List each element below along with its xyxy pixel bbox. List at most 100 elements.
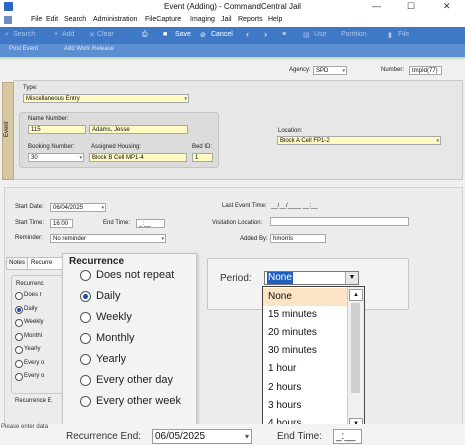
bed-id-field[interactable]: 1: [192, 153, 213, 162]
dropdown-scrollbar[interactable]: ▲ ▼: [347, 287, 364, 431]
small-recurrence-radio[interactable]: [15, 305, 23, 314]
small-recurrence-radio[interactable]: [15, 332, 23, 341]
small-recurrence-option: Yearly: [24, 346, 41, 352]
period-option[interactable]: 3 hours: [263, 397, 347, 415]
period-select[interactable]: None ▼: [264, 271, 359, 285]
small-recurrence-option: Daily: [24, 305, 38, 312]
visitation-location-field[interactable]: [270, 217, 409, 226]
clear-button[interactable]: Clear: [97, 31, 114, 38]
recurrence-option[interactable]: Every other day: [96, 374, 173, 386]
recurrence-radio[interactable]: [80, 270, 91, 281]
end-time-bottom-field[interactable]: _:__: [333, 429, 362, 444]
menu-jail[interactable]: Jail: [221, 16, 232, 23]
menu-imaging[interactable]: Imaging: [190, 16, 215, 23]
period-option[interactable]: 30 minutes: [263, 342, 347, 360]
location-select[interactable]: Block A Cell FP1-2 ▾: [277, 136, 441, 145]
number-field[interactable]: tmpId(77): [409, 66, 442, 75]
reminder-value: No reminder: [53, 236, 87, 242]
maximize-button[interactable]: ☐: [407, 1, 415, 12]
file-button[interactable]: File: [398, 31, 409, 38]
green-divider: [0, 57, 465, 60]
recurrence-radio[interactable]: [80, 333, 91, 344]
name-number-field[interactable]: 115: [28, 125, 86, 134]
recurrence-radio[interactable]: [80, 312, 91, 323]
small-recurrence-radio[interactable]: [15, 359, 23, 368]
event-tab-label: Event: [4, 121, 10, 137]
cancel-button[interactable]: Cancel: [211, 31, 233, 38]
scroll-thumb[interactable]: [351, 303, 360, 393]
menu-file[interactable]: File: [31, 16, 42, 23]
recurrence-option[interactable]: Yearly: [96, 353, 126, 365]
clear-icon: ✕: [89, 32, 95, 39]
name-field[interactable]: Adams, Jesse: [89, 125, 188, 134]
booking-number-select[interactable]: 30 ▾: [28, 153, 84, 162]
small-recurrence-radio[interactable]: [15, 292, 23, 300]
menu-help[interactable]: Help: [268, 16, 282, 23]
small-recurrence-title: Recurrenc: [16, 281, 44, 287]
recurrence-option[interactable]: Weekly: [96, 311, 132, 323]
window-title: Event (Adding) - CommandCentral Jail: [164, 2, 301, 11]
next-icon[interactable]: ›: [264, 29, 267, 39]
minimize-button[interactable]: —: [372, 1, 381, 11]
assigned-housing-field[interactable]: Block B Cell MP1-4: [89, 153, 187, 162]
close-button[interactable]: ✕: [443, 1, 451, 12]
start-time-field[interactable]: 16:00: [50, 219, 73, 228]
menu-administration[interactable]: Administration: [93, 16, 137, 23]
event-tab[interactable]: Event: [2, 82, 14, 180]
menu-search[interactable]: Search: [64, 16, 86, 23]
name-number-label: Name Number:: [28, 116, 69, 122]
print-icon[interactable]: ⎙: [142, 31, 148, 39]
type-select[interactable]: Miscellaneous Entry ▾: [23, 94, 189, 103]
menu-edit[interactable]: Edit: [46, 16, 58, 23]
type-value: Miscellaneous Entry: [26, 96, 80, 102]
small-recurrence-radio[interactable]: [15, 319, 23, 327]
use-icon: ▤: [303, 32, 310, 39]
recurrence-radio[interactable]: [80, 354, 91, 365]
start-date-field[interactable]: 06/04/2025 ▾: [50, 203, 106, 212]
small-recurrence-radio[interactable]: [15, 346, 23, 354]
recurrence-radio[interactable]: [80, 291, 91, 302]
menu-reports[interactable]: Reports: [238, 16, 263, 23]
chevron-down-icon: ▾: [101, 205, 104, 211]
reminder-select[interactable]: No reminder ▾: [50, 234, 166, 243]
period-option[interactable]: 20 minutes: [263, 324, 347, 342]
start-date-value: 06/04/2025: [53, 205, 84, 211]
end-time-field[interactable]: _:__: [136, 219, 165, 228]
location-value: Block A Cell FP1-2: [280, 138, 330, 144]
period-option[interactable]: None: [263, 288, 347, 306]
end-time-label: End Time:: [103, 220, 131, 226]
post-event-button[interactable]: Post Event: [9, 46, 38, 52]
tab-recurrence[interactable]: Recurre: [27, 257, 66, 270]
use-button[interactable]: Use: [314, 31, 326, 38]
period-option[interactable]: 1 hour: [263, 360, 347, 378]
recurrence-radio[interactable]: [80, 375, 91, 386]
recurrence-option[interactable]: Every other week: [96, 395, 181, 407]
location-label: Location:: [278, 128, 303, 134]
small-recurrence-option: Monthl: [24, 332, 43, 339]
chevron-down-icon: ▾: [342, 68, 345, 74]
tab-notes[interactable]: Notes: [6, 257, 28, 270]
chevron-down-icon[interactable]: ▼: [345, 272, 358, 284]
recurrence-end-field[interactable]: 06/05/2025 ▾: [152, 429, 252, 444]
recurrence-option[interactable]: Monthly: [96, 332, 135, 344]
scroll-up-icon[interactable]: ▲: [349, 289, 363, 301]
agency-select[interactable]: SPD ▾: [313, 66, 347, 75]
add-button[interactable]: Add: [62, 31, 74, 38]
period-value: None: [267, 272, 293, 284]
recurrence-radio[interactable]: [80, 396, 91, 407]
start-time-label: Start Time:: [15, 220, 45, 226]
period-option[interactable]: 2 hours: [263, 379, 347, 397]
small-recurrence-radio[interactable]: [15, 373, 23, 381]
type-label: Type:: [23, 85, 38, 91]
previous-icon[interactable]: ‹: [246, 29, 249, 39]
list-icon[interactable]: ≡: [282, 31, 286, 38]
recurrence-option[interactable]: Daily: [96, 290, 120, 302]
search-button[interactable]: Search: [13, 31, 35, 38]
small-recurrence-option: Every o: [24, 373, 45, 379]
add-work-release-button[interactable]: Add Work Release: [64, 46, 114, 52]
partition-button[interactable]: Partition: [341, 31, 367, 38]
recurrence-option[interactable]: Does not repeat: [96, 269, 174, 281]
menu-filecapture[interactable]: FileCapture: [145, 16, 181, 23]
period-option[interactable]: 15 minutes: [263, 306, 347, 324]
save-button[interactable]: Save: [175, 31, 191, 38]
